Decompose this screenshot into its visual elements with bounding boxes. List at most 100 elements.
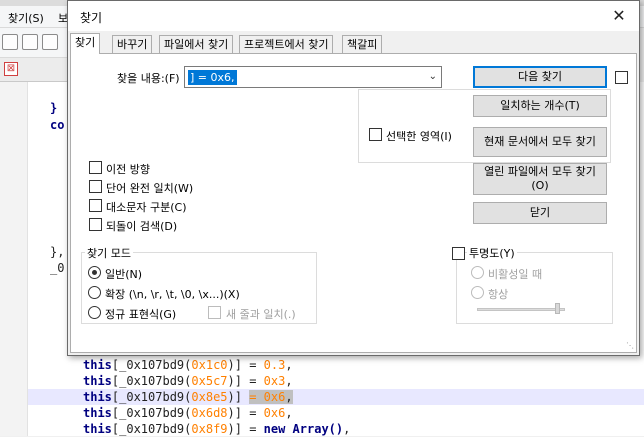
- code-text: )] =: [227, 422, 264, 436]
- code-number: 0x6: [263, 406, 286, 420]
- tab-replace[interactable]: 바꾸기: [112, 35, 153, 54]
- code-text: [_0x107bd9(: [111, 406, 192, 420]
- code-text: ,: [343, 422, 351, 436]
- code-line: },: [50, 244, 64, 260]
- code-number: 0x5c7: [191, 374, 228, 388]
- transparency-slider-thumb[interactable]: [555, 303, 560, 314]
- code-text: ,: [285, 374, 293, 388]
- mode-normal-radio[interactable]: [88, 266, 101, 279]
- code-number: 0x8f9: [191, 422, 228, 436]
- code-keyword: this: [83, 358, 112, 372]
- wrap-around-label: 되돌이 검색(D): [106, 220, 178, 233]
- close-button[interactable]: 닫기: [473, 202, 607, 224]
- editor-tabbar: ⊠: [0, 58, 70, 82]
- code-line: this[_0x107bd9(0x1c0)] = 0.3,: [83, 357, 643, 373]
- code-text: co: [50, 118, 65, 132]
- tab-find[interactable]: 찾기: [70, 33, 101, 54]
- code-keyword: this: [83, 390, 112, 404]
- code-keyword: new Array(): [263, 422, 344, 436]
- mode-regex-radio[interactable]: [88, 306, 101, 319]
- code-line: this[_0x107bd9(0x5c7)] = 0x3,: [83, 373, 643, 389]
- find-all-open-label: 열린 파일에서 모두 찾기: [484, 165, 596, 178]
- editor-toolbar: [0, 28, 70, 58]
- find-all-open-shortcut: (O): [531, 179, 549, 192]
- code-text: )] =: [227, 358, 264, 372]
- dialog-titlebar[interactable]: 찾기 ✕: [68, 1, 639, 31]
- backward-direction-label: 이전 방향: [106, 163, 150, 176]
- code-text: )] =: [227, 406, 264, 420]
- mode-extended-label: 확장 (\n, \r, \t, \0, \x...)(X): [105, 288, 240, 301]
- resize-grip-icon[interactable]: ⋱: [626, 342, 634, 350]
- tab-mark[interactable]: 책갈피: [342, 35, 383, 54]
- find-dialog: 찾기 ✕ 찾기 바꾸기 파일에서 찾기 프로젝트에서 찾기 책갈피 찾을 내용:…: [67, 0, 640, 356]
- find-what-combobox[interactable]: ] = 0x6, ⌄: [184, 66, 442, 88]
- on-lose-focus-label: 비활성일 때: [488, 268, 543, 281]
- close-icon[interactable]: ✕: [605, 4, 633, 28]
- code-keyword: this: [83, 374, 112, 388]
- transparency-slider-track[interactable]: [477, 308, 565, 311]
- in-selection-checkbox[interactable]: [369, 128, 382, 141]
- code-line: _0: [50, 260, 64, 276]
- code-number: 0x3: [263, 374, 286, 388]
- code-keyword: this: [83, 406, 112, 420]
- find-what-value[interactable]: ] = 0x6,: [188, 70, 237, 85]
- code-text: [_0x107bd9(: [111, 358, 192, 372]
- code-text: }: [50, 101, 58, 115]
- find-next-option-checkbox[interactable]: [615, 71, 628, 84]
- code-text: [_0x107bd9(: [111, 374, 192, 388]
- code-text: )] =: [227, 374, 264, 388]
- tab-close-icon[interactable]: ⊠: [4, 62, 18, 76]
- search-mode-title: 찾기 모드: [85, 245, 133, 261]
- find-what-label: 찾을 내용:(F): [117, 72, 180, 85]
- code-line: this[_0x107bd9(0x8f9)] = new Array(),: [83, 421, 643, 437]
- backward-direction-checkbox[interactable]: [89, 161, 102, 174]
- code-match-highlight: = 0x6: [249, 390, 286, 404]
- always-label: 항상: [488, 288, 509, 301]
- dialog-tabs: 찾기 바꾸기 파일에서 찾기 프로젝트에서 찾기 책갈피: [68, 33, 639, 54]
- radio-selected-dot: [92, 270, 97, 275]
- dialog-title: 찾기: [80, 11, 103, 25]
- code-text: ,: [285, 358, 293, 372]
- code-text: [_0x107bd9(: [111, 422, 192, 436]
- whole-word-label: 단어 완전 일치(W): [106, 182, 194, 195]
- save-icon[interactable]: [2, 34, 18, 50]
- transparency-checkbox[interactable]: [452, 247, 465, 260]
- code-text: [_0x107bd9(: [111, 390, 192, 404]
- mode-normal-label: 일반(N): [105, 268, 143, 281]
- code-number: 0.3: [263, 358, 286, 372]
- code-number: 0x1c0: [191, 358, 228, 372]
- chevron-down-icon[interactable]: ⌄: [429, 71, 437, 82]
- code-text: _0: [50, 261, 65, 275]
- tab-find-in-files[interactable]: 파일에서 찾기: [159, 35, 234, 54]
- menu-search[interactable]: 찾기(S): [8, 10, 44, 26]
- code-line-current: this[_0x107bd9(0x8e5)] = 0x6,: [28, 389, 644, 405]
- editor-gutter: [0, 82, 28, 436]
- code-line: this[_0x107bd9(0x6d8)] = 0x6,: [83, 405, 643, 421]
- code-text: },: [50, 245, 65, 259]
- print-icon[interactable]: [42, 34, 58, 50]
- on-lose-focus-radio[interactable]: [471, 266, 484, 279]
- code-line: }: [50, 100, 57, 116]
- in-selection-label: 선택한 영역(I): [386, 130, 452, 143]
- code-text: ,: [285, 390, 293, 404]
- mode-extended-radio[interactable]: [88, 286, 101, 299]
- find-panel: 찾을 내용:(F) ] = 0x6, ⌄ 다음 찾기 일치하는 개수(T) 선택…: [70, 53, 637, 353]
- find-all-current-button[interactable]: 현재 문서에서 모두 찾기: [473, 127, 607, 157]
- tab-find-in-projects[interactable]: 프로젝트에서 찾기: [239, 35, 334, 54]
- code-number: 0x8e5: [191, 390, 228, 404]
- save-all-icon[interactable]: [22, 34, 38, 50]
- count-button[interactable]: 일치하는 개수(T): [473, 95, 607, 117]
- code-text: )]: [227, 390, 250, 404]
- match-case-checkbox[interactable]: [89, 199, 102, 212]
- wrap-around-checkbox[interactable]: [89, 218, 102, 231]
- code-number: 0x6d8: [191, 406, 228, 420]
- always-radio[interactable]: [471, 286, 484, 299]
- code-text: ,: [285, 406, 293, 420]
- code-line: co: [50, 117, 64, 133]
- whole-word-checkbox[interactable]: [89, 180, 102, 193]
- newline-match-label: 새 줄과 일치(.): [226, 308, 296, 321]
- find-all-open-button[interactable]: 열린 파일에서 모두 찾기 (O): [473, 163, 607, 195]
- find-next-button[interactable]: 다음 찾기: [473, 66, 607, 88]
- newline-match-checkbox[interactable]: [208, 306, 221, 319]
- code-keyword: this: [83, 422, 112, 436]
